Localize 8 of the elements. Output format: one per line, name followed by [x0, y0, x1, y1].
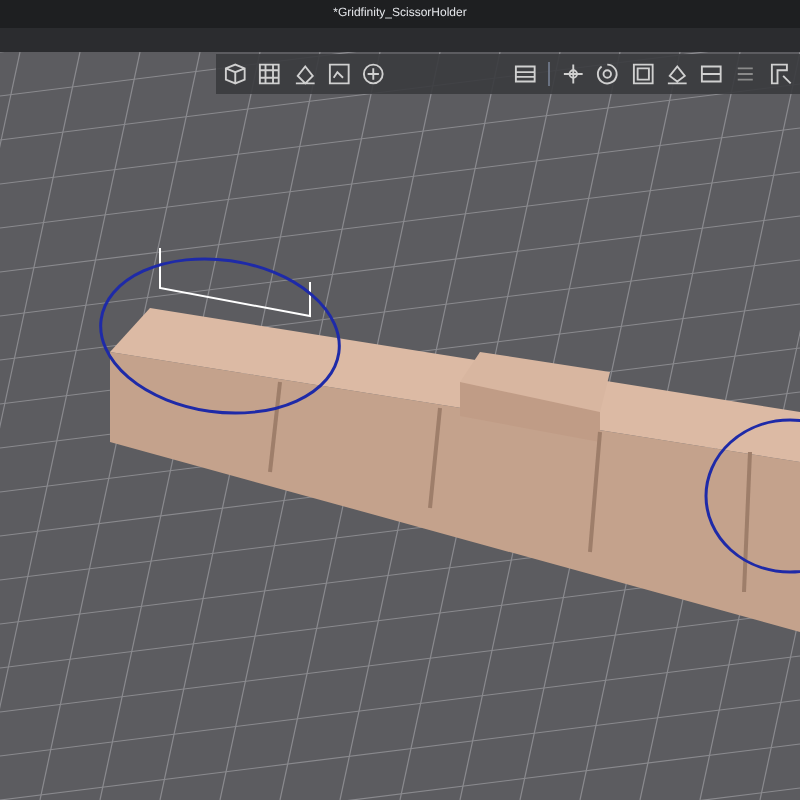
move-icon[interactable] — [562, 62, 585, 86]
layers-icon[interactable] — [513, 62, 537, 86]
scale-icon[interactable] — [631, 62, 654, 86]
grid-icon[interactable] — [258, 62, 282, 86]
lines-icon[interactable] — [734, 62, 758, 86]
add-icon[interactable] — [362, 62, 385, 86]
cube-icon[interactable] — [224, 62, 247, 86]
rotate-icon[interactable] — [596, 62, 620, 86]
